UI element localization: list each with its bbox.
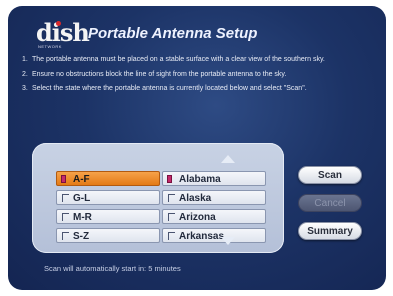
letter-group-item-m-r[interactable]: M-R (56, 209, 160, 224)
tab-marker-icon (62, 194, 69, 202)
instruction-text: Ensure no obstructions block the line of… (32, 70, 287, 78)
dish-logo: dish NETWORK (36, 18, 90, 50)
tv-screen: dish NETWORK Portable Antenna Setup 1. T… (8, 6, 386, 290)
instruction-text: The portable antenna must be placed on a… (32, 56, 325, 63)
letter-group-item-a-f[interactable]: A-F (56, 171, 160, 186)
logo-dot-icon (56, 21, 61, 26)
letter-group-item-g-l[interactable]: G-L (56, 190, 160, 205)
letter-group-list: A-F G-L M-R S-Z (56, 171, 160, 247)
state-item-alabama[interactable]: Alabama (162, 171, 266, 186)
flag-icon (167, 175, 172, 183)
instruction-item: 3. Select the state where the portable a… (22, 85, 378, 94)
logo-subtext: NETWORK (38, 44, 62, 49)
instruction-item: 2. Ensure no obstructions block the line… (22, 71, 378, 80)
scan-button[interactable]: Scan (298, 166, 362, 184)
letter-group-label: A-F (73, 174, 90, 185)
scroll-down-arrow-icon[interactable] (221, 237, 235, 245)
scroll-up-arrow-icon[interactable] (221, 155, 235, 163)
flag-icon (61, 175, 66, 183)
state-item-alaska[interactable]: Alaska (162, 190, 266, 205)
letter-group-label: S-Z (73, 231, 90, 242)
letter-group-label: G-L (73, 193, 91, 204)
tab-marker-icon (168, 232, 175, 240)
instructions-list: 1. The portable antenna must be placed o… (22, 56, 378, 100)
state-selection-panel: A-F G-L M-R S-Z Alabama Alaska Arizona A… (32, 143, 284, 253)
state-item-arizona[interactable]: Arizona (162, 209, 266, 224)
instruction-number: 2. (22, 70, 28, 78)
tab-marker-icon (62, 232, 69, 240)
cancel-button[interactable]: Cancel (298, 194, 362, 212)
scan-countdown-status: Scan will automatically start in: 5 minu… (44, 264, 181, 273)
letter-group-label: M-R (73, 212, 92, 223)
state-item-arkansas[interactable]: Arkansas (162, 228, 266, 243)
instruction-item: 1. The portable antenna must be placed o… (22, 56, 378, 65)
instruction-text: Select the state where the portable ante… (32, 85, 307, 92)
letter-group-item-s-z[interactable]: S-Z (56, 228, 160, 243)
summary-button[interactable]: Summary (298, 222, 362, 240)
logo-text: dish (36, 18, 90, 47)
instruction-number: 3. (22, 85, 28, 92)
state-label: Arkansas (179, 231, 225, 242)
page-title: Portable Antenna Setup (88, 25, 258, 42)
state-label: Arizona (179, 212, 216, 223)
tab-marker-icon (168, 194, 175, 202)
state-list: Alabama Alaska Arizona Arkansas (162, 171, 266, 247)
tab-marker-icon (168, 213, 175, 221)
instruction-number: 1. (22, 56, 28, 63)
state-label: Alabama (179, 174, 221, 185)
tab-marker-icon (62, 213, 69, 221)
state-label: Alaska (179, 193, 212, 204)
